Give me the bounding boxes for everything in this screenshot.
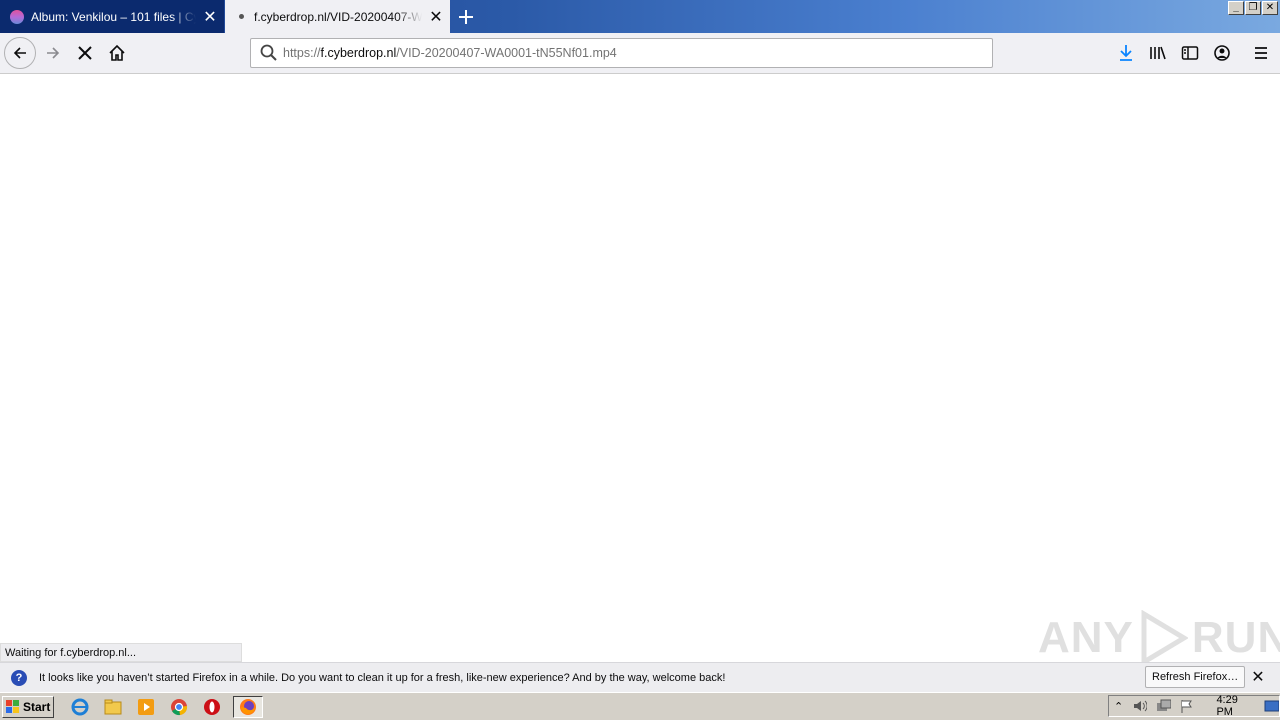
start-button[interactable]: Start xyxy=(2,695,54,718)
stop-x-icon xyxy=(78,46,92,60)
chrome-icon[interactable] xyxy=(167,696,191,718)
windows-logo-icon xyxy=(6,699,19,713)
page-content[interactable] xyxy=(0,74,1280,662)
opera-icon[interactable] xyxy=(200,696,224,718)
firefox-icon[interactable] xyxy=(233,695,263,718)
tab-close-icon[interactable]: ✕ xyxy=(422,3,450,31)
media-player-icon[interactable] xyxy=(134,696,158,718)
anyrun-watermark: ANY RUN xyxy=(1038,608,1280,668)
cyberdrop-favicon-icon xyxy=(10,9,24,24)
start-label: Start xyxy=(23,699,51,714)
quick-launch xyxy=(68,695,263,718)
plus-icon xyxy=(459,10,473,24)
download-arrow-icon xyxy=(1120,45,1132,61)
hamburger-menu-icon xyxy=(1255,47,1267,59)
taskbar: Start ⌃ 4:29 PM xyxy=(0,692,1280,720)
new-tab-button[interactable] xyxy=(452,3,480,31)
library-icon xyxy=(1150,46,1166,60)
stop-button[interactable] xyxy=(69,37,101,69)
file-explorer-icon[interactable] xyxy=(101,696,125,718)
tab-title: f.cyberdrop.nl/VID-20200407-WA0001-tN55N… xyxy=(254,9,422,24)
show-desktop-icon[interactable] xyxy=(1264,699,1279,713)
refresh-firefox-button[interactable]: Refresh Firefox… xyxy=(1145,666,1246,688)
watermark-right-text: RUN xyxy=(1191,613,1280,662)
sidebar-icon xyxy=(1181,46,1199,60)
url-scheme: https:// xyxy=(283,46,321,60)
minimize-button[interactable]: _ xyxy=(1228,1,1244,15)
url-bar[interactable]: https://f.cyberdrop.nl/VID-20200407-WA00… xyxy=(250,38,993,68)
status-panel: Waiting for f.cyberdrop.nl... xyxy=(0,643,242,662)
tab-album[interactable]: Album: Venkilou – 101 files | Cyberdrop … xyxy=(0,0,224,33)
notification-message: It looks like you haven’t started Firefo… xyxy=(39,671,726,684)
url-text[interactable]: https://f.cyberdrop.nl/VID-20200407-WA00… xyxy=(283,46,617,60)
back-button[interactable] xyxy=(4,37,36,69)
library-button[interactable] xyxy=(1142,37,1174,69)
clock[interactable]: 4:29 PM xyxy=(1216,694,1255,718)
network-icon[interactable] xyxy=(1156,699,1172,713)
question-icon: ? xyxy=(11,669,27,686)
account-button[interactable] xyxy=(1206,37,1238,69)
arrow-right-icon xyxy=(47,47,60,59)
forward-button[interactable] xyxy=(37,37,69,69)
search-icon xyxy=(260,44,277,61)
close-window-button[interactable]: ✕ xyxy=(1262,1,1278,15)
navigation-toolbar: https://f.cyberdrop.nl/VID-20200407-WA00… xyxy=(0,33,1280,74)
sidebar-button[interactable] xyxy=(1174,37,1206,69)
internet-explorer-icon[interactable] xyxy=(68,696,92,718)
downloads-button[interactable] xyxy=(1110,37,1142,69)
notification-close-icon[interactable]: ✕ xyxy=(1247,666,1269,688)
action-center-flag-icon[interactable] xyxy=(1180,699,1193,713)
notification-bar: ? It looks like you haven’t started Fire… xyxy=(0,662,1280,692)
tab-video[interactable]: f.cyberdrop.nl/VID-20200407-WA0001-tN55N… xyxy=(225,0,450,33)
tray-expand-icon[interactable]: ⌃ xyxy=(1114,700,1123,713)
loading-dot-icon xyxy=(239,14,244,19)
volume-icon[interactable] xyxy=(1132,699,1148,713)
app-menu-button[interactable] xyxy=(1245,37,1277,69)
system-tray: ⌃ 4:29 PM xyxy=(1108,694,1280,718)
arrow-left-icon xyxy=(13,47,26,59)
tab-close-icon[interactable]: ✕ xyxy=(196,3,224,31)
restore-button[interactable]: ❐ xyxy=(1245,1,1261,15)
home-button[interactable] xyxy=(101,37,133,69)
home-icon xyxy=(109,44,125,61)
url-host: f.cyberdrop.nl xyxy=(320,46,397,60)
url-path: /VID-20200407-WA0001-tN55Nf01.mp4 xyxy=(396,46,617,60)
tab-strip: Album: Venkilou – 101 files | Cyberdrop … xyxy=(0,0,1280,33)
window-controls: _ ❐ ✕ xyxy=(1228,1,1278,15)
account-icon xyxy=(1214,45,1230,61)
screen: Album: Venkilou – 101 files | Cyberdrop … xyxy=(0,0,1280,720)
watermark-left-text: ANY xyxy=(1038,613,1134,662)
tab-title: Album: Venkilou – 101 files | Cyberdrop xyxy=(31,9,196,24)
play-triangle-icon xyxy=(1141,610,1188,666)
